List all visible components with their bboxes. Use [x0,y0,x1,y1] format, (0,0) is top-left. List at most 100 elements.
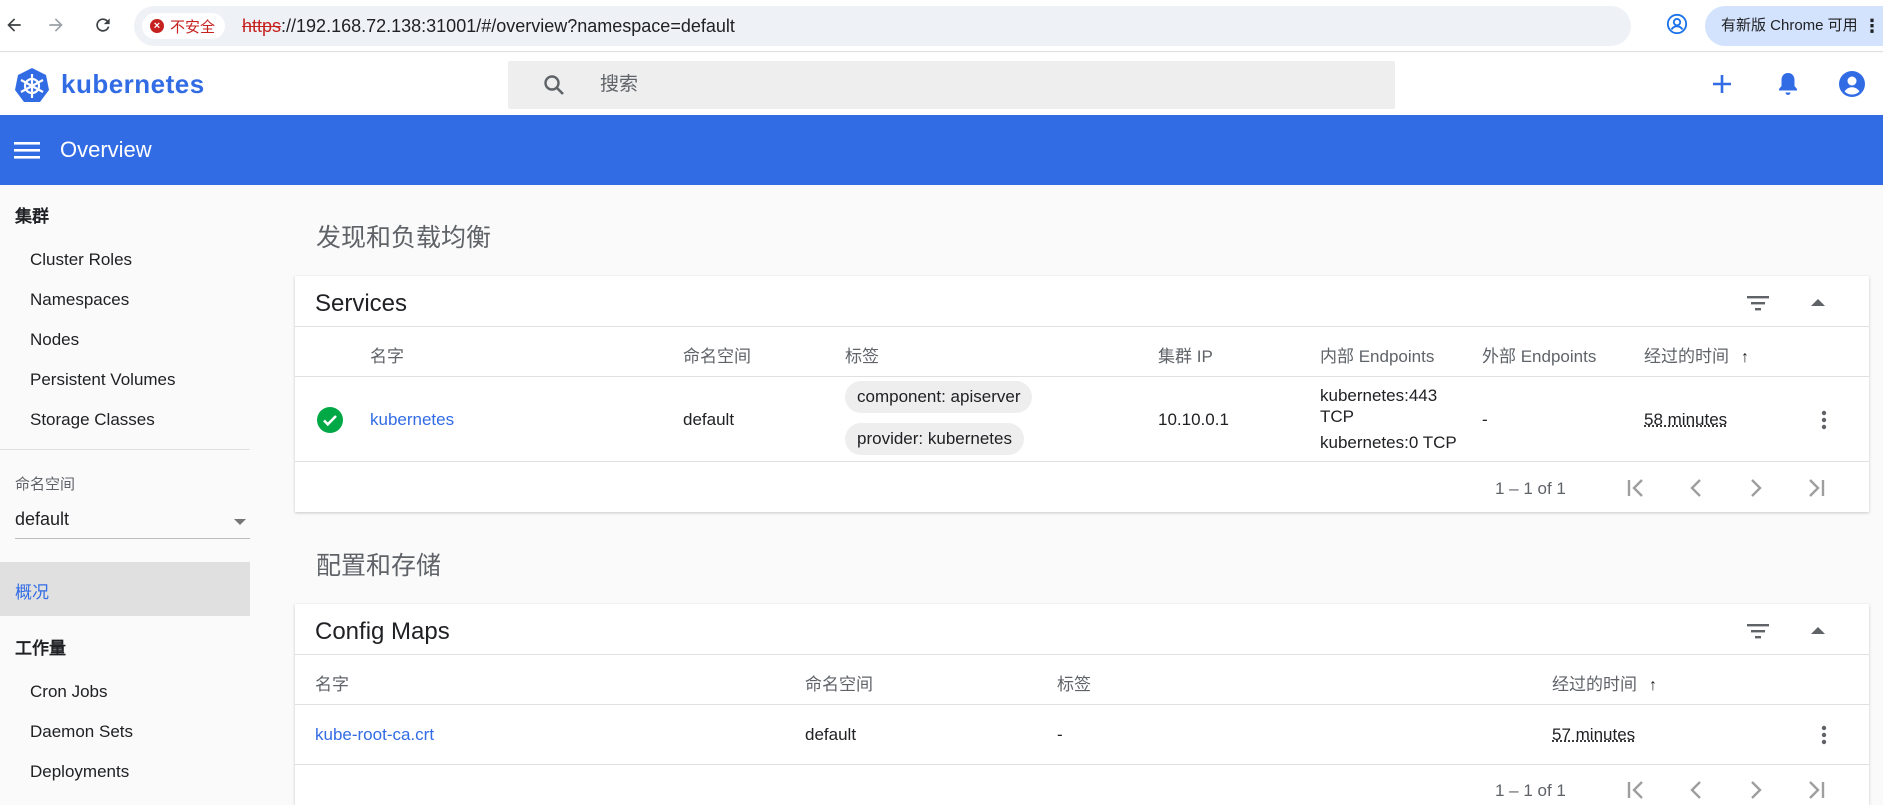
config-map-namespace: default [805,725,857,744]
divider [295,326,1869,327]
sidebar-divider [0,449,250,450]
update-label: 有新版 Chrome 可用 [1721,17,1858,34]
back-icon[interactable] [2,13,26,37]
section-title-discovery: 发现和负载均衡 [316,224,492,252]
reload-icon[interactable] [91,13,115,37]
config-map-name-link[interactable]: kube-root-ca.crt [315,725,434,745]
url-rest: ://192.168.72.138:31001/#/overview?names… [281,16,735,36]
sidebar-item-nodes[interactable]: Nodes [30,330,79,350]
update-chrome-button[interactable]: 有新版 Chrome 可用 ⋮ [1705,6,1883,46]
column-header-name[interactable]: 名字 [370,342,404,367]
collapse-icon[interactable] [1811,627,1825,634]
account-icon[interactable] [1837,69,1867,99]
sort-ascending-icon[interactable]: ↑ [1649,677,1657,695]
namespace-select[interactable]: default [15,509,250,539]
forward-icon[interactable] [44,13,68,37]
more-vert-icon[interactable] [1812,408,1836,432]
search-icon [544,75,564,95]
sidebar-item-cluster-roles[interactable]: Cluster Roles [30,250,132,270]
label-chip: component: apiserver [845,381,1033,413]
column-header-age[interactable]: 经过的时间 ↑ [1552,670,1657,695]
column-header-cluster-ip: 集群 IP [1158,347,1213,366]
internal-endpoint: kubernetes:443 [1320,386,1438,405]
security-label: 不安全 [170,18,216,36]
app-header: kubernetes [0,53,1883,115]
column-header-namespace: 命名空间 [683,347,751,366]
services-card: Services 名字 命名空间 标签 集群 IP 内部 Endpoints 外… [295,276,1869,512]
profile-icon[interactable] [1666,13,1688,35]
warning-icon: × [150,19,164,33]
divider [295,461,1869,462]
sidebar-item-namespaces[interactable]: Namespaces [30,290,129,310]
sidebar-item-deployments[interactable]: Deployments [30,762,129,782]
namespace-value: default [15,509,70,529]
sort-ascending-icon[interactable]: ↑ [1741,349,1749,367]
column-header-namespace: 命名空间 [805,675,873,694]
column-header-age[interactable]: 经过的时间 ↑ [1644,342,1749,367]
search-bar[interactable] [508,61,1395,109]
internal-endpoint-protocol: TCP [1320,407,1354,426]
sidebar-item-cron-jobs[interactable]: Cron Jobs [30,682,107,702]
filter-icon[interactable] [1745,618,1771,644]
last-page-icon[interactable] [1803,777,1829,803]
internal-endpoint: kubernetes:0 TCP [1320,433,1457,452]
next-page-icon[interactable] [1743,475,1769,501]
url-scheme: https [242,16,282,36]
logo-text[interactable]: kubernetes [61,69,205,100]
column-header-internal-endpoints: 内部 Endpoints [1320,347,1435,366]
first-page-icon[interactable] [1623,475,1649,501]
previous-page-icon[interactable] [1683,777,1709,803]
sidebar-item-overview-label: 概况 [15,583,49,602]
filter-icon[interactable] [1745,290,1771,316]
browser-toolbar: × 不安全 https://192.168.72.138:31001/#/ove… [0,0,1883,52]
config-map-age[interactable]: 57 minutes [1552,725,1635,745]
first-page-icon[interactable] [1623,777,1649,803]
add-icon[interactable] [1707,69,1737,99]
collapse-icon[interactable] [1811,299,1825,306]
pager-range: 1 – 1 of 1 [1495,479,1566,498]
column-header-labels: 标签 [845,347,879,366]
status-ok-icon [317,407,343,433]
page-toolbar: Overview [0,115,1883,185]
sidebar-item-daemon-sets[interactable]: Daemon Sets [30,722,133,742]
next-page-icon[interactable] [1743,777,1769,803]
url-text[interactable]: https://192.168.72.138:31001/#/overview?… [242,16,735,37]
sidebar-item-storage-classes[interactable]: Storage Classes [30,410,155,430]
service-name-link[interactable]: kubernetes [370,410,454,430]
sidebar-heading-cluster[interactable]: 集群 [15,202,49,227]
divider [295,654,1869,655]
service-cluster-ip: 10.10.0.1 [1158,410,1229,429]
sidebar-item-overview[interactable]: 概况 [0,562,250,616]
sidebar-item-persistent-volumes[interactable]: Persistent Volumes [30,370,176,390]
label-chip: provider: kubernetes [845,423,1024,455]
divider [295,376,1869,377]
service-age[interactable]: 58 minutes [1644,410,1727,430]
service-namespace: default [683,410,735,429]
divider [295,704,1869,705]
section-title-config: 配置和存储 [316,552,442,580]
column-header-labels: 标签 [1057,675,1091,694]
column-header-external-endpoints: 外部 Endpoints [1482,347,1597,366]
previous-page-icon[interactable] [1683,475,1709,501]
more-vert-icon[interactable] [1812,723,1836,747]
more-icon[interactable]: ⋮ [1863,6,1881,46]
address-bar[interactable]: × 不安全 https://192.168.72.138:31001/#/ove… [134,6,1759,46]
last-page-icon[interactable] [1803,475,1829,501]
pager-range: 1 – 1 of 1 [1495,781,1566,800]
column-header-age-label: 经过的时间 [1552,675,1637,694]
search-input[interactable] [600,61,1360,109]
divider [295,764,1869,765]
column-header-age-label: 经过的时间 [1644,347,1729,366]
kubernetes-logo-icon[interactable] [14,67,50,103]
sidebar-heading-workloads[interactable]: 工作量 [15,634,66,659]
dropdown-caret-icon [234,519,246,525]
config-map-labels: - [1057,725,1063,744]
card-title: Services [315,290,408,317]
card-title: Config Maps [315,618,450,645]
namespace-label: 命名空间 [15,476,76,493]
security-chip[interactable]: × 不安全 [142,13,226,39]
external-endpoint: - [1482,410,1488,429]
menu-icon[interactable] [14,138,40,162]
bell-icon[interactable] [1773,69,1803,99]
column-header-name[interactable]: 名字 [315,670,349,695]
